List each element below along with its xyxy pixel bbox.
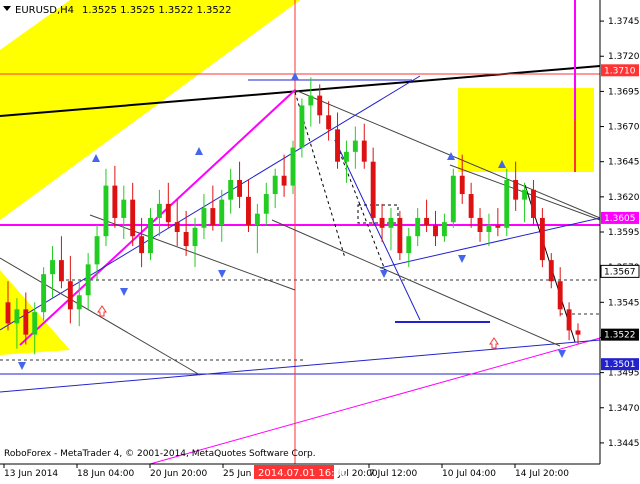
candle-body [58,260,64,282]
price-tick-label: 1.3720 [608,52,640,62]
candle-body [326,115,332,130]
candle-body [522,189,528,200]
candle-body [477,217,483,232]
candle-body [343,151,349,162]
candle-body [148,217,153,254]
candle-body [67,281,73,310]
price-highlight-label: 1.3710 [604,66,636,76]
candle-body [441,222,447,237]
candle-body [290,147,296,186]
candle-body [121,199,127,218]
candle-body [50,260,55,275]
price-chart[interactable]: EURUSD,H4 1.3525 1.3525 1.3522 1.3522 1.… [0,0,640,480]
candle-body [156,203,162,218]
candle-body [575,330,581,335]
time-tick-label: 18 Jun 04:00 [77,469,134,479]
chart-header: EURUSD,H4 1.3525 1.3525 1.3522 1.3522 [3,5,232,16]
candle-body [548,260,554,282]
candle-body [85,264,91,296]
candle-body [459,175,465,195]
candle-body [370,161,376,218]
candle-body [192,227,198,247]
price-highlight-label: 1.3567 [604,267,636,277]
candle-body [379,217,385,228]
price-tick-label: 1.3620 [608,193,640,203]
candle-body [531,189,536,218]
candle-body [139,236,145,254]
price-highlight-label: 1.3501 [604,360,636,370]
candle-body [237,179,243,197]
candle-body [566,309,572,331]
candle-body [433,224,438,237]
symbol-timeframe: EURUSD,H4 [15,5,74,16]
time-tick-label: 10 Jul 04:00 [442,469,496,479]
ohlc-values: 1.3525 1.3525 1.3522 1.3522 [82,5,232,16]
candle-body [539,217,545,261]
candle-body [32,312,38,335]
candle-body [201,208,207,228]
price-tick-label: 1.3695 [608,87,640,97]
price-tick-label: 1.3470 [608,404,640,414]
price-tick-label: 1.3445 [608,439,640,449]
time-highlight-label: 2014.07.01 16:00 [258,468,347,479]
candle-body [424,217,430,225]
candle-body [165,203,171,223]
candle-body [219,199,225,225]
candle-body [468,194,474,218]
candle-body [183,232,189,247]
candle-body [308,95,314,106]
copyright-text: RoboForex - MetaTrader 4, © 2001-2014, M… [4,449,316,459]
candle-body [94,236,100,265]
candle-body [272,175,278,195]
candle-body [406,236,412,254]
candle-body [317,95,323,116]
candle-body [246,196,251,225]
candle-body [23,309,29,335]
candle-body [388,217,394,228]
price-tick-label: 1.3545 [608,298,640,308]
candle-body [486,224,492,232]
candle-body [299,105,305,148]
price-tick-label: 1.3645 [608,158,640,168]
candle-body [513,179,519,200]
price-highlight-label: 1.3522 [604,331,636,341]
candle-body [5,302,11,324]
chart-window[interactable]: EURUSD,H4 1.3525 1.3525 1.3522 1.3522 1.… [0,0,640,480]
price-tick-label: 1.3745 [608,17,640,27]
candle-body [352,140,358,152]
time-tick-label: 13 Jun 2014 [4,469,58,479]
candle-body [41,274,47,313]
candle-body [263,194,269,214]
candle-body [397,217,403,254]
candle-body [112,185,118,218]
candle-body [281,175,287,186]
time-tick-label: 20 Jun 20:00 [150,469,207,479]
candle-body [14,309,20,324]
price-tick-label: 1.3670 [608,123,640,133]
price-tick-label: 1.3595 [608,228,640,238]
yellow-target-zone [458,88,594,172]
candle-body [76,295,82,310]
candle-body [495,224,501,228]
candle-body [130,199,136,237]
candle-body [415,217,421,237]
candle-body [210,208,216,225]
candle-body [361,140,367,162]
candle-body [103,185,109,237]
candle-body [228,179,234,200]
candle-body [174,222,180,232]
price-highlight-label: 1.3605 [604,214,636,224]
time-tick-label: 14 Jul 20:00 [515,469,569,479]
candle-body [254,213,260,225]
candle-body [504,179,510,228]
candle-body [450,175,456,223]
candle-body [335,129,340,162]
candle-body [557,281,563,310]
time-tick-label: 7 Jul 12:00 [369,469,418,479]
